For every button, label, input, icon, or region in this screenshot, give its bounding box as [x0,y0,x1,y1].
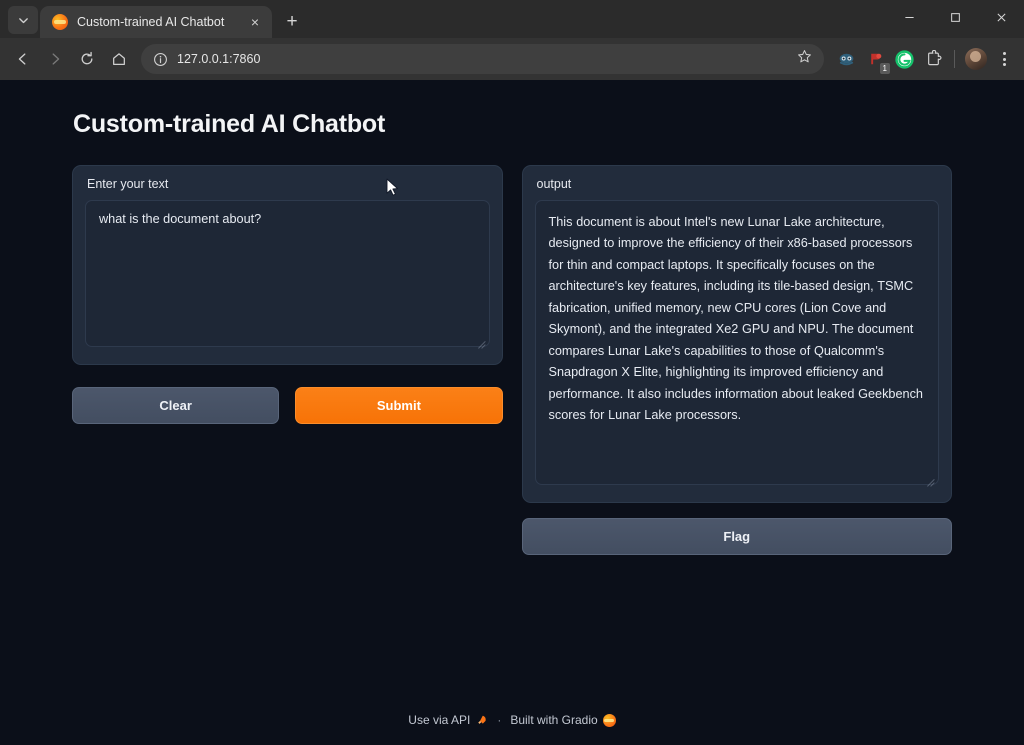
arrow-left-icon [15,51,31,67]
extension-badge-count: 1 [879,62,891,75]
bookmark-star-icon[interactable] [797,49,812,69]
browser-window: Custom-trained AI Chatbot × + [0,0,1024,745]
output-textbox-wrapper [535,200,940,490]
output-textarea[interactable] [535,200,940,485]
menu-dot [1003,58,1006,61]
navigation-toolbar: 127.0.0.1:7860 [0,38,1024,80]
input-textbox-wrapper [85,200,490,352]
reload-icon [79,51,95,67]
extension-notification-icon[interactable]: 1 [862,46,888,72]
action-button-row: Clear Submit [72,387,503,424]
tab-search-button[interactable] [8,6,38,34]
input-column: Enter your text Clear Submit [72,165,503,424]
input-label: Enter your text [85,177,490,191]
window-controls [886,0,1024,38]
forward-button[interactable] [40,44,70,74]
gradio-favicon-icon [52,14,68,30]
browser-menu-button[interactable] [992,46,1016,72]
address-bar-url: 127.0.0.1:7860 [177,52,260,66]
reload-button[interactable] [72,44,102,74]
grammarly-glyph-icon [894,49,915,70]
input-panel: Enter your text [72,165,503,365]
chevron-down-icon [18,15,29,26]
avatar-image [965,48,987,70]
profile-avatar[interactable] [963,46,989,72]
submit-button[interactable]: Submit [295,387,502,424]
use-via-api-label: Use via API [408,713,470,727]
maximize-icon [950,12,961,23]
use-via-api-link[interactable]: Use via API [408,713,488,727]
page-viewport: Custom-trained AI Chatbot Enter your tex… [0,80,1024,745]
extensions-toolbar: 1 [833,46,1016,72]
extension-grammarly-icon[interactable] [891,46,917,72]
output-column: output Flag [522,165,953,555]
close-tab-icon[interactable]: × [246,13,264,31]
gradio-footer: Use via API · Built with Gradio [0,713,1024,727]
tab-strip: Custom-trained AI Chatbot × + [0,0,1024,38]
maximize-button[interactable] [932,0,978,34]
minimize-button[interactable] [886,0,932,34]
clear-button[interactable]: Clear [72,387,279,424]
address-bar[interactable]: 127.0.0.1:7860 [141,44,824,74]
footer-separator: · [497,713,501,727]
back-button[interactable] [8,44,38,74]
menu-dot [1003,52,1006,55]
built-with-gradio-link[interactable]: Built with Gradio [510,713,615,727]
close-icon [996,12,1007,23]
minimize-icon [904,12,915,23]
close-window-button[interactable] [978,0,1024,34]
flag-button-row: Flag [522,518,953,555]
extension-adblock-icon[interactable] [833,46,859,72]
gradio-app: Custom-trained AI Chatbot Enter your tex… [72,80,952,555]
main-row: Enter your text Clear Submit [72,165,952,555]
gradio-logo-icon [603,714,616,727]
tab-title: Custom-trained AI Chatbot [77,15,237,29]
output-label: output [535,177,940,191]
home-button[interactable] [104,44,134,74]
built-with-gradio-label: Built with Gradio [510,713,597,727]
site-info-icon[interactable] [153,52,168,67]
adblock-glyph-icon [837,50,856,69]
menu-dot [1003,63,1006,66]
output-panel: output [522,165,953,503]
toolbar-divider [954,50,955,68]
flag-button[interactable]: Flag [522,518,953,555]
page-title: Custom-trained AI Chatbot [72,110,952,139]
home-icon [111,51,127,67]
new-tab-button[interactable]: + [278,7,306,35]
input-textarea[interactable] [85,200,490,347]
browser-tab[interactable]: Custom-trained AI Chatbot × [40,6,272,38]
arrow-right-icon [47,51,63,67]
star-icon [797,49,812,64]
extension-puzzle-icon[interactable] [920,46,946,72]
api-rocket-icon [475,714,488,727]
puzzle-piece-icon [924,50,943,69]
